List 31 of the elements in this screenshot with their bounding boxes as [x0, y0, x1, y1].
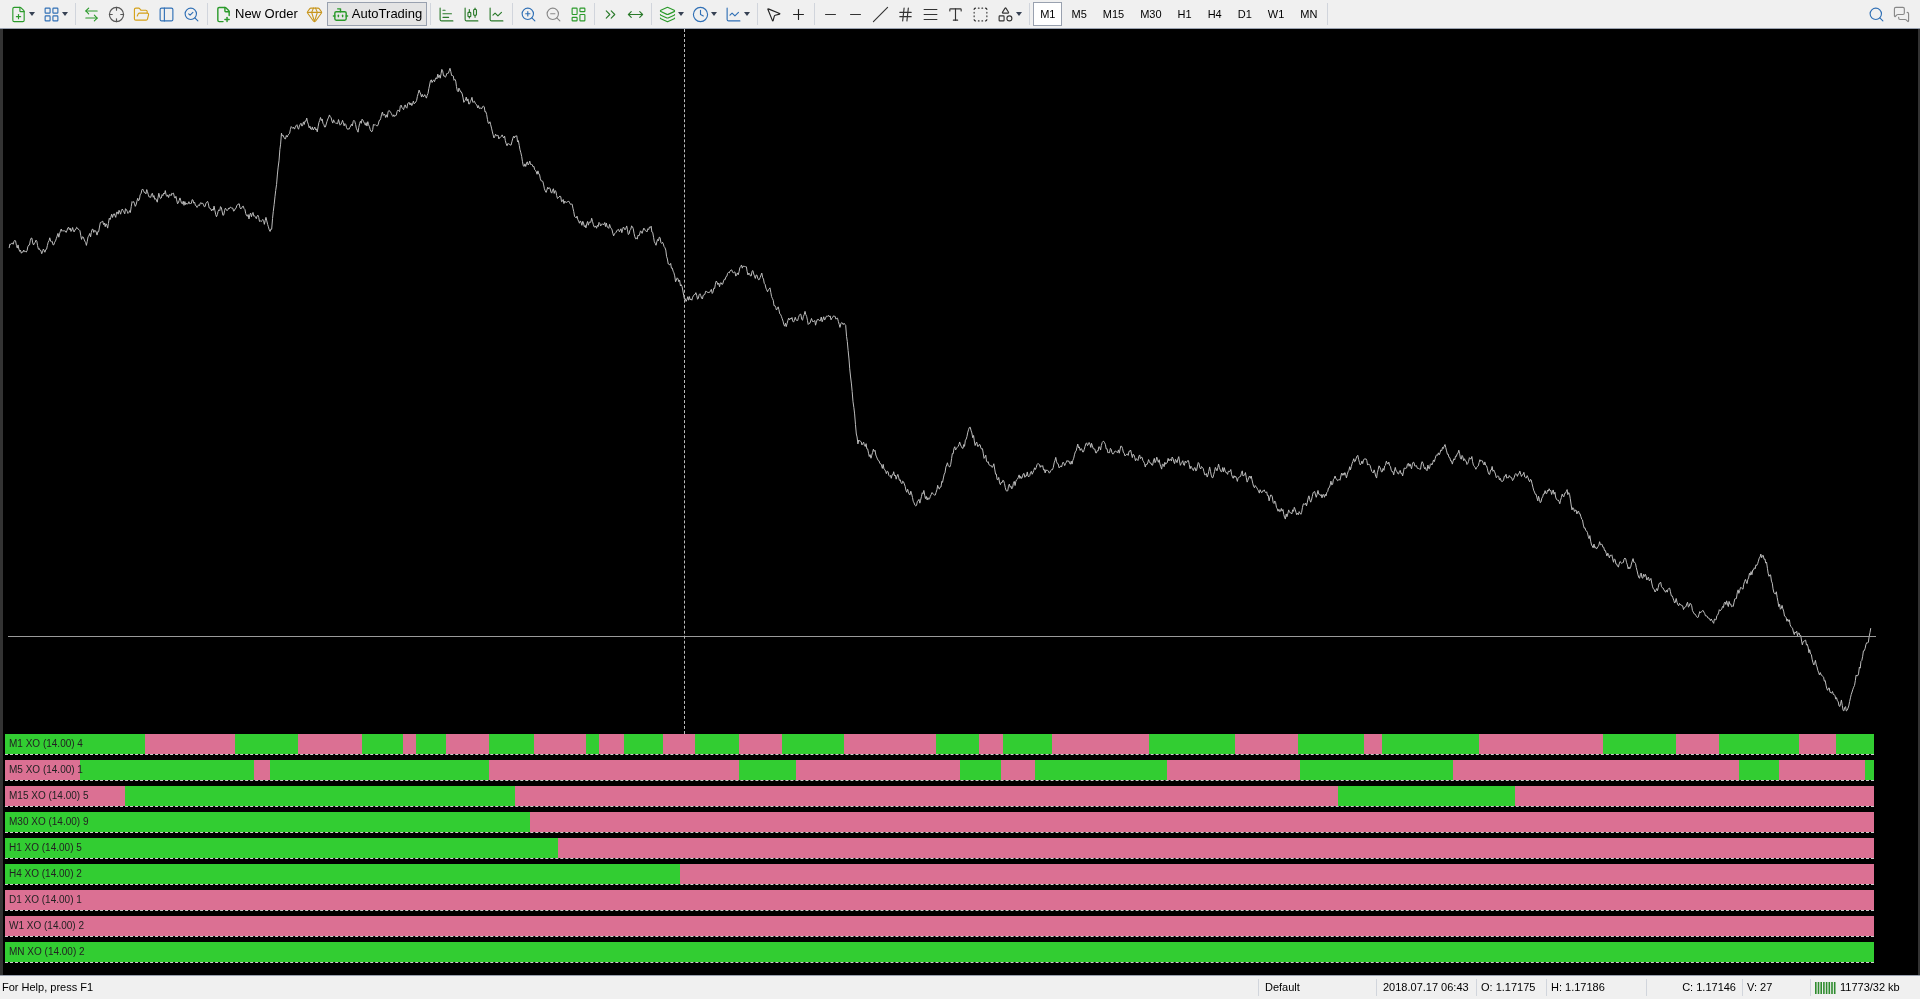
timeframe-button[interactable]: H1: [1170, 2, 1199, 26]
traffic-value: 11773/32 kb: [1840, 980, 1900, 996]
autotrading-button[interactable]: AutoTrading: [326, 2, 428, 26]
help-text: For Help, press F1: [1, 980, 95, 996]
close-price: C: 1.17146: [1646, 979, 1742, 996]
timeframe-button[interactable]: MN: [1293, 2, 1325, 26]
timeframe-button[interactable]: H4: [1200, 2, 1229, 26]
indicator-label: M5 XO (14.00) 1: [9, 763, 83, 777]
timeframe-button[interactable]: M30: [1133, 2, 1169, 26]
robot-icon: [331, 5, 349, 23]
timeframe-button[interactable]: D1: [1230, 2, 1259, 26]
indicator-label: W1 XO (14.00) 2: [9, 919, 85, 933]
profile-name: Default: [1258, 979, 1376, 996]
high-price: H: 1.17186: [1546, 979, 1646, 996]
timeframe-button[interactable]: M15: [1095, 2, 1132, 26]
timeframe-button[interactable]: W1: [1260, 2, 1292, 26]
volume-value: V: 27: [1742, 979, 1810, 996]
open-price: O: 1.17175: [1476, 979, 1546, 996]
indicator-label: H4 XO (14.00) 2: [9, 867, 82, 881]
indicator-label: H1 XO (14.00) 5: [9, 841, 82, 855]
indicator-label: MN XO (14.00) 2: [9, 945, 85, 959]
new-order-button[interactable]: New Order: [211, 2, 302, 26]
time-value: 2018.07.17 06:43: [1376, 979, 1476, 996]
timeframe-button[interactable]: M5: [1064, 2, 1094, 26]
indicator-label: M30 XO (14.00) 9: [9, 815, 89, 829]
indicator-label: M1 XO (14.00) 4: [9, 737, 83, 751]
indicator-label: M15 XO (14.00) 5: [9, 789, 89, 803]
connection-bars-icon: [1815, 981, 1837, 994]
indicator-label: D1 XO (14.00) 1: [9, 893, 82, 907]
new-order-icon: [215, 5, 232, 23]
timeframe-button[interactable]: M1: [1033, 2, 1063, 26]
